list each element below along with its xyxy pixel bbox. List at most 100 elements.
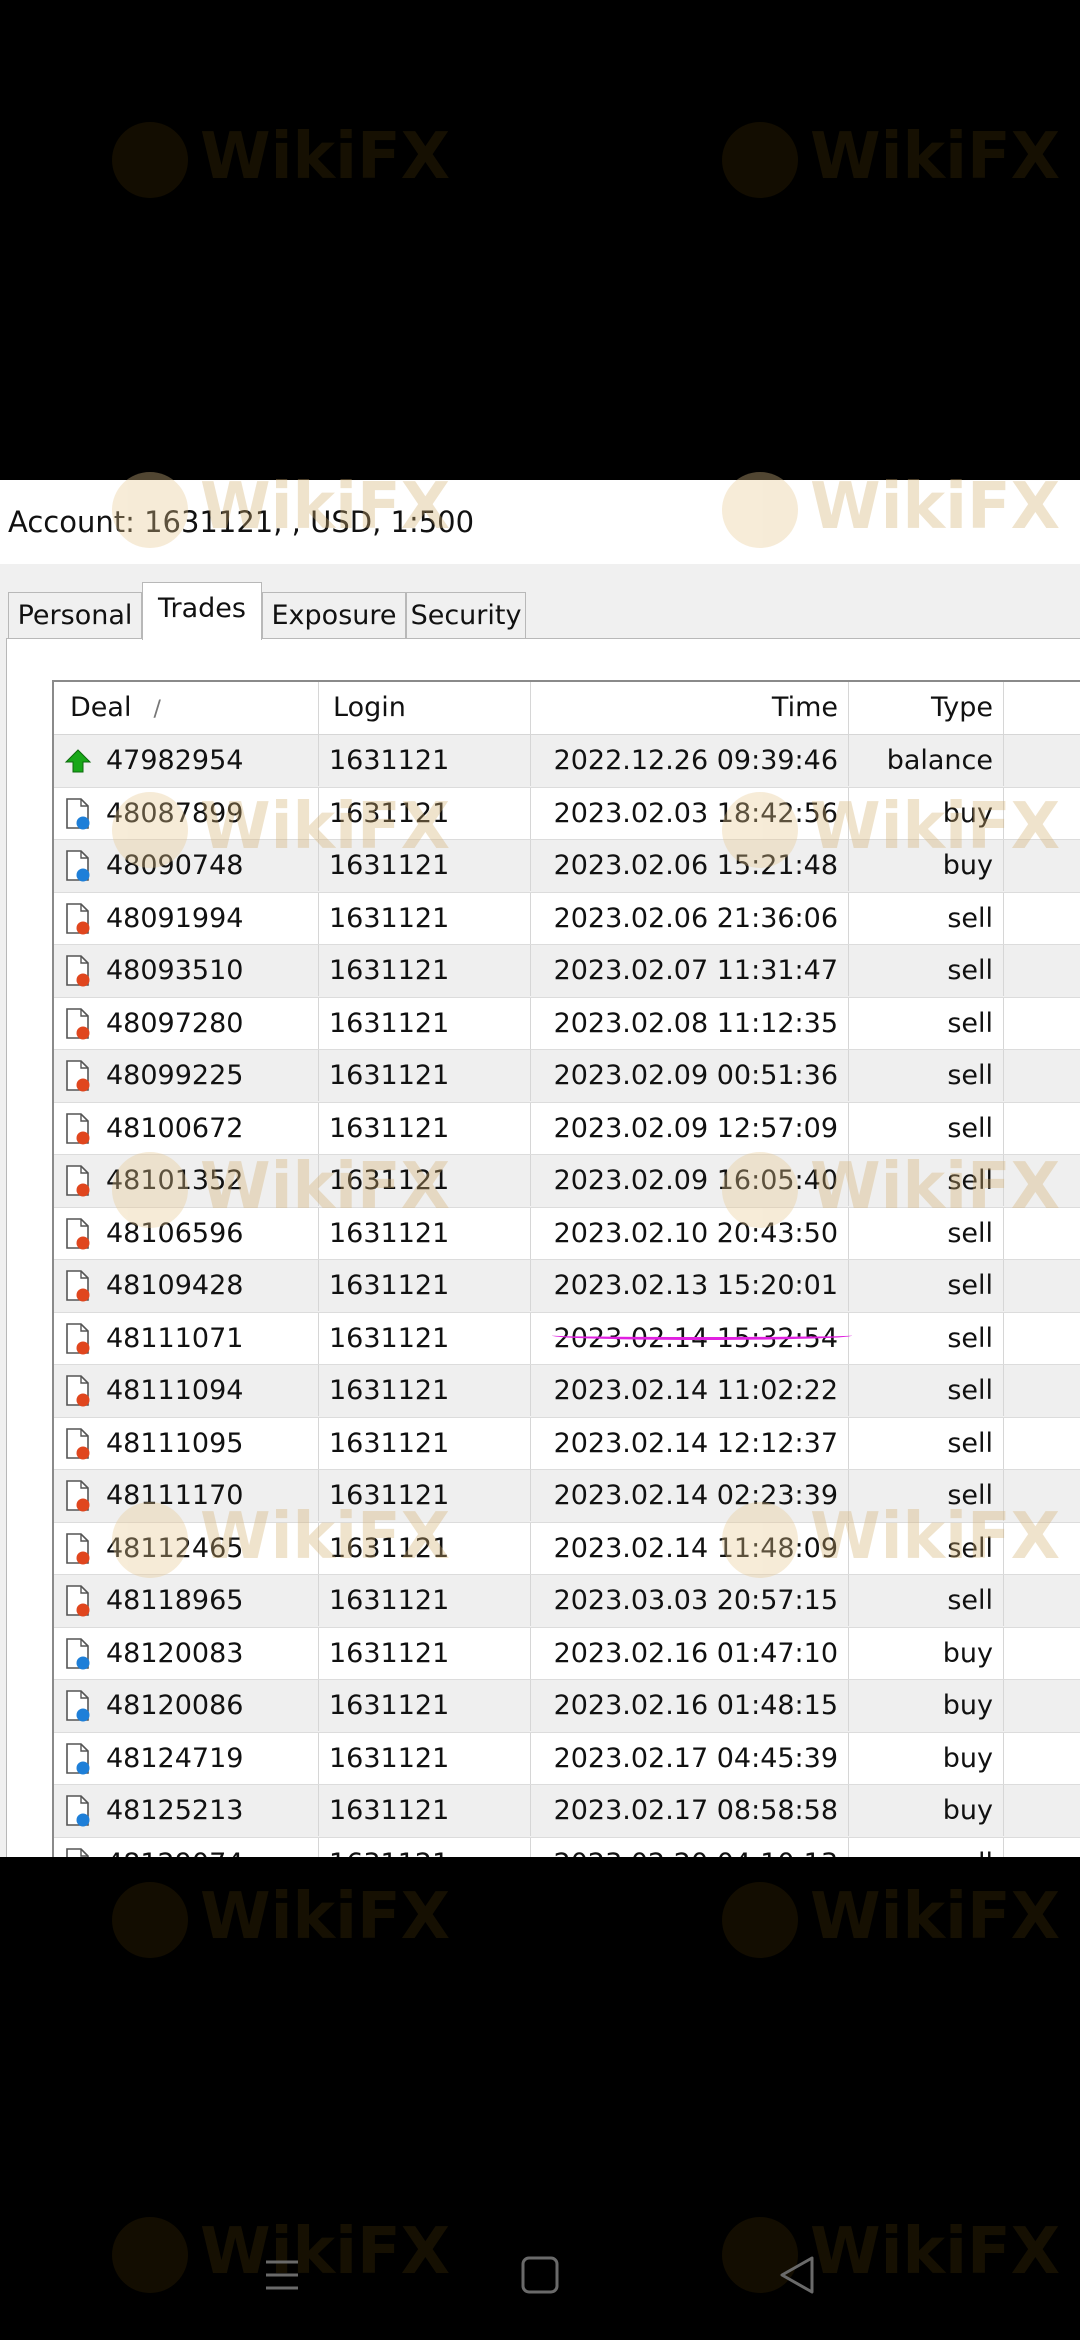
watermark-logo-icon [112, 792, 188, 869]
document-blue-dot-icon [62, 849, 94, 883]
watermark-logo-icon [722, 1502, 798, 1579]
table-row[interactable]: 48129074 16311212023.02.20 04:10:13sell [54, 1837, 1080, 1858]
table-row[interactable]: 48091994 1631121 2023.02.06 21:36:06 sell [54, 892, 1080, 945]
deal-value: 48120083 [106, 1637, 244, 1669]
tab-security[interactable]: Security [406, 592, 526, 638]
watermark: WikiFX [722, 1150, 1060, 1229]
type-cell: buy [849, 1732, 1004, 1784]
overflow-cell [1004, 893, 1080, 944]
home-square-icon[interactable] [510, 2250, 570, 2300]
table-row[interactable]: 48097280 1631121 2023.02.08 11:12:35 sell [54, 997, 1080, 1050]
time-cell: 2023.02.06 21:36:06 [531, 892, 849, 944]
document-red-dot-icon [62, 1847, 94, 1857]
time-cell: 2023.02.20 04:10:13 [531, 1837, 849, 1857]
table-row[interactable]: 48111094 1631121 2023.02.14 11:02:22 sell [54, 1365, 1080, 1418]
watermark: WikiFX [722, 1500, 1060, 1579]
tab-strip: Personal Trades Exposure Security [0, 580, 1080, 640]
overflow-cell [1004, 1103, 1080, 1154]
login-cell: 1631121 [319, 1837, 531, 1857]
time-cell: 2023.02.14 11:02:22 [531, 1365, 849, 1416]
table-row[interactable]: 48093510 1631121 2023.02.07 11:31:47 sell [54, 945, 1080, 998]
tab-trades[interactable]: Trades [142, 582, 262, 640]
table-row[interactable]: 47982954 1631121 2022.12.26 09:39:46 balanc… [54, 735, 1080, 788]
menu-icon[interactable] [252, 2250, 312, 2300]
time-cell: 2023.02.07 11:31:47 [531, 945, 849, 996]
watermark: WikiFX [112, 1880, 450, 1959]
watermark: WikiFX [722, 470, 1060, 549]
watermark-logo-icon [722, 792, 798, 869]
table-row[interactable]: 48111071 1631121 2023.02.14 15:32:54 sell [54, 1312, 1080, 1365]
document-red-dot-icon [62, 1007, 94, 1041]
deal-cell: 48097280 [54, 997, 319, 1049]
deal-cell: 48100672 [54, 1102, 319, 1154]
table-row[interactable]: 48120086 1631121 2023.02.16 01:48:15 buy [54, 1680, 1080, 1733]
deal-value: 48111071 [106, 1322, 244, 1354]
type-cell: sell [849, 1102, 1004, 1154]
watermark-logo-icon [112, 1882, 188, 1959]
table-row[interactable]: 48099225 1631121 2023.02.09 00:51:36 sell [54, 1050, 1080, 1103]
overflow-cell [1004, 1628, 1080, 1679]
watermark-logo-icon [112, 122, 188, 199]
type-cell: sell [849, 1050, 1004, 1101]
overflow-cell [1004, 1418, 1080, 1469]
document-red-dot-icon [62, 1217, 94, 1251]
column-header-deal[interactable]: Deal / [54, 682, 319, 734]
type-cell: balance [849, 735, 1004, 786]
deal-value: 48100672 [106, 1112, 244, 1144]
deal-value: 48099225 [106, 1060, 244, 1091]
column-header-login[interactable]: Login [319, 682, 531, 734]
column-header-type[interactable]: Type [849, 682, 1004, 734]
deal-cell: 48120083 [54, 1627, 319, 1679]
table-row[interactable]: 48118965 1631121 2023.03.03 20:57:15 sell [54, 1575, 1080, 1628]
deal-value: 47982954 [106, 745, 244, 776]
overflow-cell [1004, 1313, 1080, 1364]
tab-exposure[interactable]: Exposure [262, 592, 406, 638]
document-blue-dot-icon [62, 1689, 94, 1723]
watermark: WikiFX [112, 120, 450, 199]
table-row[interactable]: 48109428 1631121 2023.02.13 15:20:01 sell [54, 1260, 1080, 1313]
column-header-overflow [1004, 682, 1080, 734]
document-red-dot-icon [62, 1532, 94, 1566]
login-cell: 1631121 [319, 1680, 531, 1731]
table-row[interactable]: 48120083 1631121 2023.02.16 01:47:10 buy [54, 1627, 1080, 1680]
time-cell: 2022.12.26 09:39:46 [531, 735, 849, 786]
type-cell: sell [849, 997, 1004, 1049]
table-row[interactable]: 48111095 1631121 2023.02.14 12:12:37 sell [54, 1417, 1080, 1470]
login-cell: 1631121 [319, 945, 531, 996]
overflow-cell [1004, 1680, 1080, 1731]
overflow-cell [1004, 1260, 1080, 1311]
login-cell: 1631121 [319, 1365, 531, 1416]
watermark: WikiFX [112, 1150, 450, 1229]
deal-value: 48125213 [106, 1795, 244, 1826]
document-red-dot-icon [62, 1322, 94, 1356]
document-blue-dot-icon [62, 1794, 94, 1828]
document-red-dot-icon [62, 1427, 94, 1461]
type-cell: sell [849, 1260, 1004, 1311]
time-cell: 2023.02.13 15:20:01 [531, 1260, 849, 1311]
deal-value: 48118965 [106, 1585, 244, 1616]
deal-cell: 48111095 [54, 1417, 319, 1469]
table-row[interactable]: 48100672 1631121 2023.02.09 12:57:09 sell [54, 1102, 1080, 1155]
login-cell: 1631121 [319, 1417, 531, 1469]
document-red-dot-icon [62, 902, 94, 936]
watermark-logo-icon [112, 1152, 188, 1229]
time-cell: 2023.02.08 11:12:35 [531, 997, 849, 1049]
top-black-area [0, 0, 1080, 480]
table-body: 47982954 1631121 2022.12.26 09:39:46 balanc… [54, 735, 1080, 1857]
overflow-cell [1004, 1838, 1080, 1858]
document-red-dot-icon [62, 1374, 94, 1408]
back-triangle-icon[interactable] [768, 2250, 828, 2300]
column-header-time[interactable]: Time [531, 682, 849, 734]
deal-cell: 48124719 [54, 1732, 319, 1784]
type-cell: sell [849, 1837, 1004, 1857]
deal-cell: 48091994 [54, 892, 319, 944]
login-cell: 1631121 [319, 1575, 531, 1626]
tab-personal[interactable]: Personal [8, 592, 142, 638]
table-row[interactable]: 48124719 1631121 2023.02.17 04:45:39 buy [54, 1732, 1080, 1785]
deal-header-label: Deal [70, 692, 132, 723]
watermark: WikiFX [112, 1500, 450, 1579]
document-red-dot-icon [62, 1112, 94, 1146]
login-cell: 1631121 [319, 892, 531, 944]
table-row[interactable]: 48125213 1631121 2023.02.17 08:58:58 buy [54, 1785, 1080, 1838]
time-cell: 2023.03.03 20:57:15 [531, 1575, 849, 1626]
